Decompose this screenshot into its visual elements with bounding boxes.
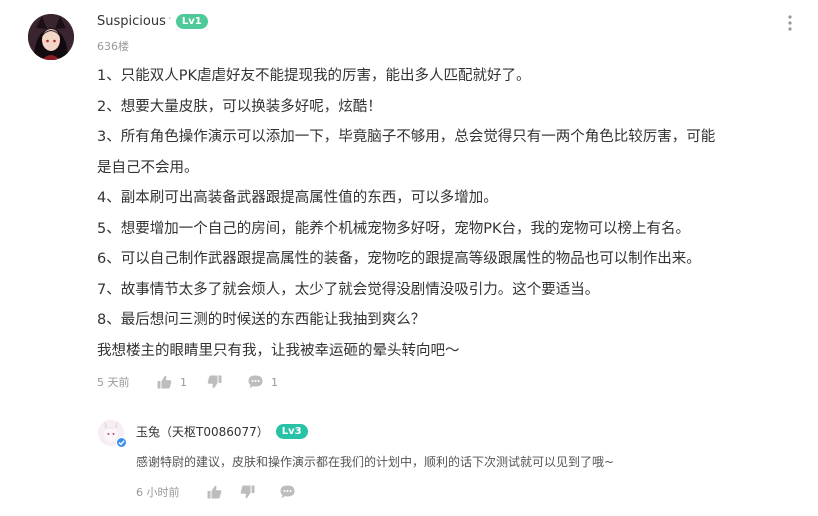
reply-author-name[interactable]: 玉兔（天枢T0086077） [136, 423, 269, 440]
reply-like-button[interactable] [207, 485, 240, 499]
comment-line: 6、可以自己制作武器跟提高属性的装备，宠物吃的跟提高等级跟属性的物品也可以制作出… [97, 251, 701, 267]
comment-author: Suspicious ′ Lv1 [97, 14, 208, 29]
thumbs-down-icon [207, 375, 222, 389]
reply-count: 1 [271, 375, 278, 389]
reply-footer: 6 小时前 [136, 483, 295, 501]
floor-number: 636楼 [97, 40, 129, 53]
comment-time: 5 天前 [97, 376, 130, 389]
thumbs-up-icon [207, 485, 222, 499]
level-badge: Lv1 [175, 14, 208, 29]
comment-line: 我想楼主的眼睛里只有我，让我被幸运砸的晕头转向吧～ [97, 342, 460, 359]
reply-body: 感谢特尉的建议，皮肤和操作演示都在我们的计划中，顺利的话下次测试就可以见到了哦~ [136, 455, 615, 469]
comment-bubble-icon [280, 485, 295, 499]
comment-line: 4、副本刷可出高装备武器跟提高属性值的东西，可以多增加。 [97, 190, 498, 206]
more-vertical-icon[interactable] [788, 15, 792, 35]
comment-body: 1、只能双人PK虐虐好友不能提现我的厉害，能出多人匹配就好了。 2、想要大量皮肤… [97, 61, 787, 366]
comment-footer: 5 天前 1 1 [97, 373, 278, 391]
comment-line: 是自己不会用。 [97, 159, 199, 176]
reply-dislike-button[interactable] [240, 485, 280, 499]
avatar[interactable] [28, 14, 74, 60]
author-name[interactable]: Suspicious [97, 14, 166, 29]
comment-line: 1、只能双人PK虐虐好友不能提现我的厉害，能出多人匹配就好了。 [97, 68, 531, 84]
comment-line: 3、所有角色操作演示可以添加一下，毕竟脑子不够用，总会觉得只有一两个角色比较厉害… [97, 129, 716, 145]
like-count: 1 [180, 375, 187, 389]
thumbs-up-icon [157, 375, 172, 389]
avatar-image [28, 14, 74, 60]
comment-line: 8、最后想问三测的时候送的东西能让我抽到爽么？ [97, 312, 426, 328]
comment-line: 2、想要大量皮肤，可以换装多好呢，炫酷！ [97, 98, 382, 115]
like-button[interactable]: 1 [157, 375, 207, 389]
reply-comment-button[interactable] [280, 485, 295, 499]
reply-button[interactable]: 1 [248, 375, 278, 389]
comment-line: 7、故事情节太多了就会烦人，太少了就会觉得没剧情没吸引力。这个要适当。 [97, 281, 600, 298]
reply-author: 玉兔（天枢T0086077） Lv3 [136, 423, 308, 440]
reply-level-badge: Lv3 [275, 424, 308, 439]
thumbs-down-icon [240, 485, 255, 499]
comment-line: 5、想要增加一个自己的房间，能养个机械宠物多好呀，宠物PK台，我的宠物可以榜上有… [97, 220, 690, 237]
reply-time: 6 小时前 [136, 486, 180, 499]
author-name-mark: ′ [168, 16, 171, 27]
reply-avatar[interactable] [98, 420, 127, 448]
verified-check-icon [116, 437, 127, 448]
dislike-button[interactable] [207, 375, 248, 389]
comment-bubble-icon [248, 375, 263, 389]
